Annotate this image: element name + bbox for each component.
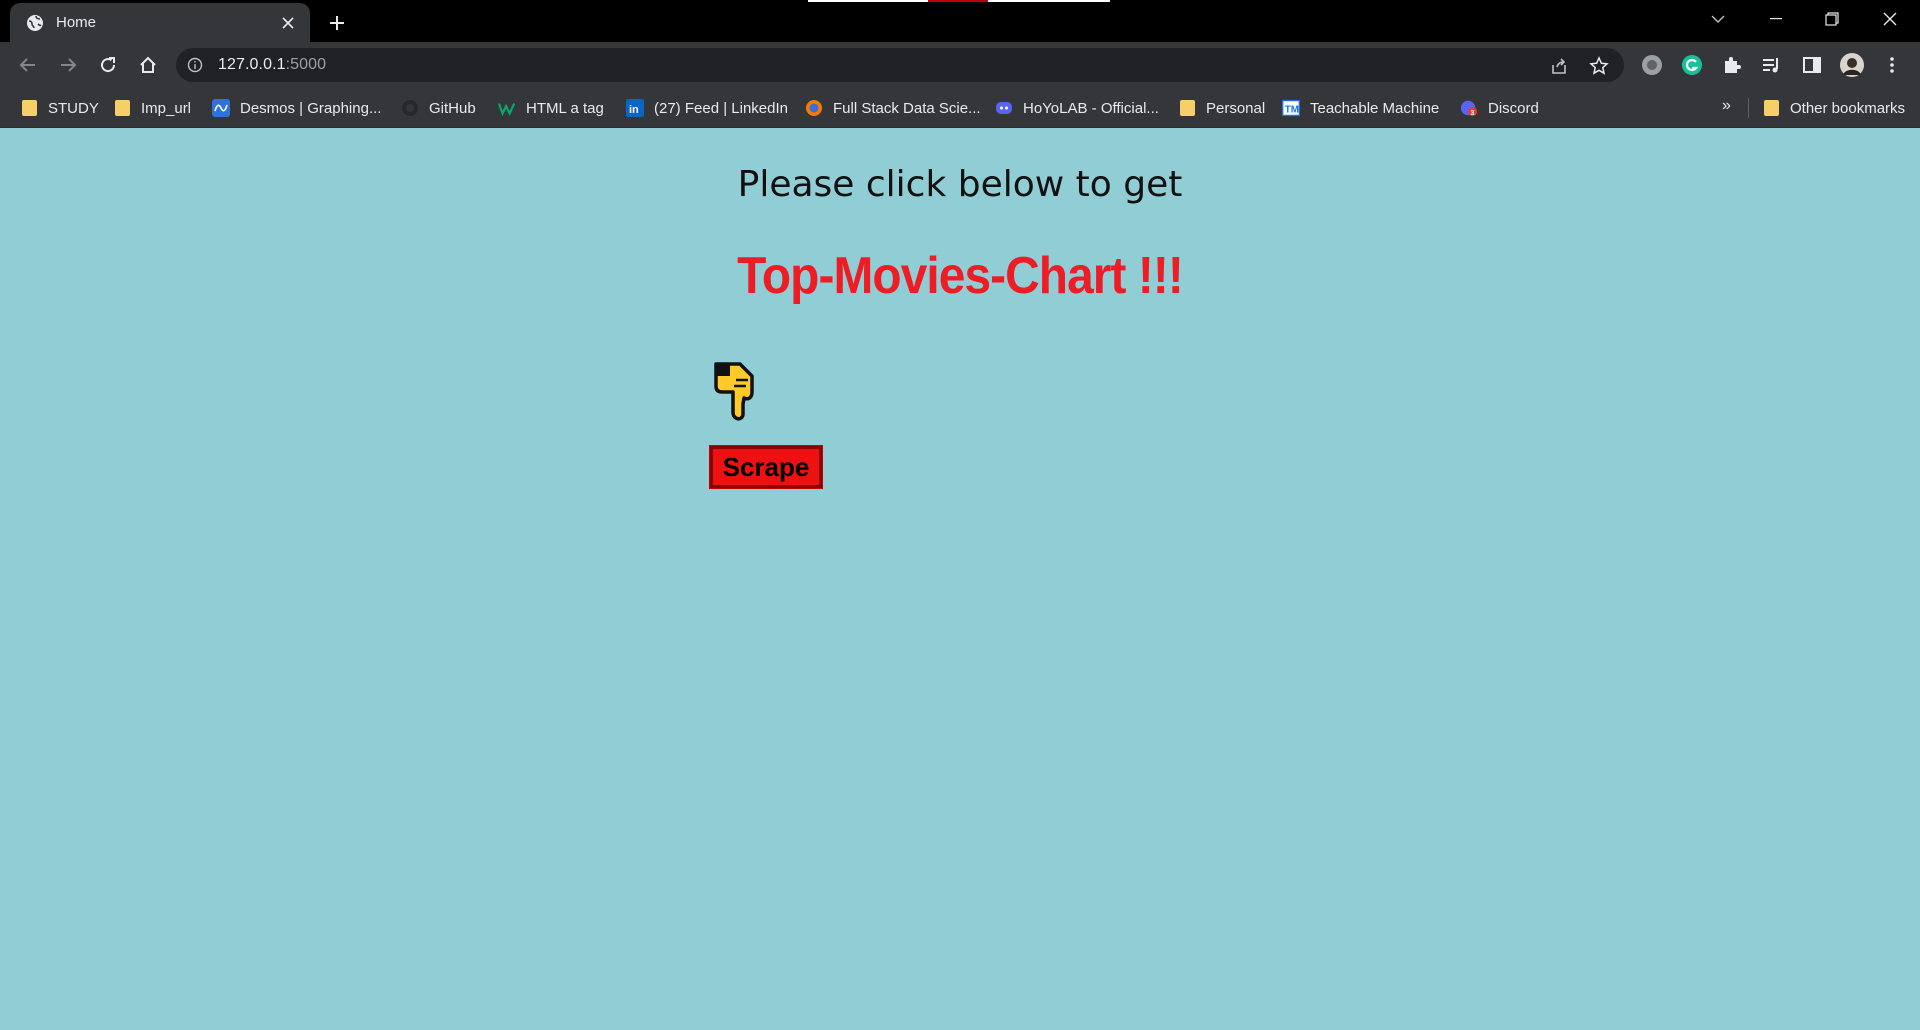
bookmark-desmos[interactable]: Desmos | Graphing... [212,97,381,119]
forward-icon[interactable] [52,49,84,81]
minimize-icon[interactable] [1748,0,1804,38]
back-icon[interactable] [12,49,44,81]
scrape-button[interactable]: Scrape [709,445,823,489]
site-info-icon[interactable] [186,56,204,74]
window-accent-red [928,0,988,2]
share-icon[interactable] [1548,55,1570,77]
url-port: :5000 [285,56,327,73]
bookmark-label: Discord [1488,99,1539,117]
bookmark-personal[interactable]: Personal [1178,97,1265,119]
bookmark-full-stack[interactable]: Full Stack Data Scie... [805,97,981,119]
new-tab-button[interactable] [322,8,352,38]
bookmarks-overflow-button[interactable]: » [1722,97,1731,115]
bookmark-star-icon[interactable] [1588,55,1610,77]
w3schools-icon [498,99,516,117]
page-headline: Top-Movies-Chart !!! [737,247,1184,305]
tab-search-icon[interactable] [1690,0,1746,38]
reload-icon[interactable] [92,49,124,81]
bookmark-other[interactable]: Other bookmarks [1762,97,1905,119]
menu-kebab-icon[interactable] [1880,53,1904,77]
globe-icon [26,14,44,32]
bookmark-label: Other bookmarks [1790,99,1906,117]
bookmark-label: Full Stack Data Scie... [833,99,981,117]
tab-strip: Home [0,0,1920,42]
media-queue-icon[interactable] [1760,53,1784,77]
folder-icon [20,99,38,117]
bookmark-teachable-machine[interactable]: TM Teachable Machine [1282,97,1439,119]
bookmark-label: STUDY [48,99,99,117]
ineuron-icon [805,99,823,117]
pointing-down-hand-icon [712,360,760,422]
bookmark-html-a-tag[interactable]: HTML a tag [498,97,604,119]
browser-toolbar: 127.0.0.1:5000 [0,42,1920,88]
extension-circle-icon[interactable] [1640,53,1664,77]
bookmark-label: (27) Feed | LinkedIn [654,99,788,117]
close-tab-icon[interactable] [278,13,298,33]
address-bar[interactable]: 127.0.0.1:5000 [176,48,1624,82]
svg-text:in: in [629,104,639,116]
bookmark-label: Personal [1206,99,1266,117]
side-panel-icon[interactable] [1800,53,1824,77]
bookmarks-divider [1748,98,1749,118]
svg-text:3: 3 [1470,108,1474,117]
svg-text:TM: TM [1285,105,1299,116]
tab-home[interactable]: Home [10,3,310,42]
discord-style-icon [995,99,1013,117]
bookmark-discord[interactable]: 3 Discord [1460,97,1539,119]
bookmark-imp-url[interactable]: Imp_url [113,97,191,119]
bookmark-label: Desmos | Graphing... [240,99,382,117]
teachable-machine-icon: TM [1282,99,1300,117]
tab-title: Home [56,14,97,31]
home-icon[interactable] [132,49,164,81]
lead-text: Please click below to get [737,164,1183,205]
restore-icon[interactable] [1804,0,1860,38]
url-host: 127.0.0.1 [218,56,286,73]
bookmark-label: HoYoLAB - Official... [1023,99,1159,117]
close-window-icon[interactable] [1862,0,1918,38]
discord-icon: 3 [1460,99,1478,117]
grammarly-icon[interactable] [1680,53,1704,77]
bookmark-label: Teachable Machine [1310,99,1440,117]
bookmark-label: GitHub [429,99,476,117]
bookmark-hoyolab[interactable]: HoYoLAB - Official... [995,97,1159,119]
bookmark-linkedin[interactable]: in (27) Feed | LinkedIn [626,97,788,119]
page-viewport: Please click below to get Top-Movies-Cha… [0,128,1920,1030]
extensions-puzzle-icon[interactable] [1720,53,1744,77]
bookmark-study[interactable]: STUDY [20,97,99,119]
bookmarks-bar: STUDY Imp_url Desmos | Graphing... GitHu… [0,88,1920,128]
github-icon [401,99,419,117]
profile-avatar[interactable] [1840,53,1864,77]
bookmark-label: Imp_url [141,99,192,117]
linkedin-icon: in [626,99,644,117]
folder-icon [1178,99,1196,117]
bookmark-label: HTML a tag [526,99,604,117]
folder-icon [1762,99,1780,117]
url-text: 127.0.0.1:5000 [218,56,326,74]
desmos-icon [212,99,230,117]
folder-icon [113,99,131,117]
bookmark-github[interactable]: GitHub [401,97,476,119]
